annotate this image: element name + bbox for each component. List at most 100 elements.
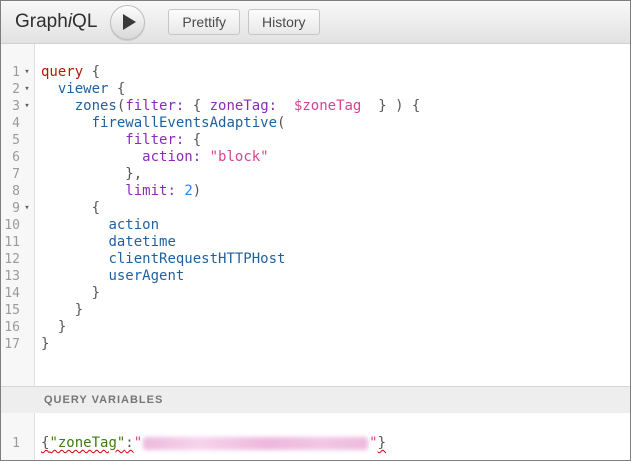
code-token: datetime bbox=[108, 234, 175, 250]
code-text: zones(filter: { zoneTag: $zoneTag } ) { bbox=[34, 98, 420, 115]
code-line[interactable]: 6 action: "block" bbox=[1, 149, 630, 166]
code-text: } bbox=[34, 336, 49, 353]
variables-code-lines: 1{"zoneTag":""} bbox=[1, 413, 630, 452]
line-number: 3 bbox=[1, 98, 20, 115]
code-token: { bbox=[184, 98, 209, 114]
line-number: 8 bbox=[1, 183, 20, 200]
fold-arrow-icon[interactable]: ▾ bbox=[20, 200, 34, 217]
code-token: userAgent bbox=[108, 268, 184, 284]
code-token: action bbox=[108, 217, 159, 233]
code-text: datetime bbox=[34, 234, 176, 251]
code-text: clientRequestHTTPHost bbox=[34, 251, 285, 268]
code-line[interactable]: 13 userAgent bbox=[1, 268, 630, 285]
code-token: }, bbox=[41, 166, 142, 182]
fold-gutter-spacer bbox=[20, 251, 34, 268]
fold-gutter-spacer bbox=[20, 319, 34, 336]
code-line[interactable]: 1{"zoneTag":""} bbox=[1, 435, 630, 452]
code-token: { bbox=[108, 81, 125, 97]
code-text: } bbox=[34, 285, 100, 302]
code-line[interactable]: 11 datetime bbox=[1, 234, 630, 251]
code-line[interactable]: 10 action bbox=[1, 217, 630, 234]
line-number: 6 bbox=[1, 149, 20, 166]
redacted-zone-tag-value bbox=[143, 437, 368, 450]
code-token: ( bbox=[277, 115, 285, 131]
code-text: } bbox=[34, 302, 83, 319]
code-token: filter: bbox=[125, 132, 184, 148]
code-token: { bbox=[184, 132, 201, 148]
code-token: ) bbox=[193, 183, 201, 199]
fold-arrow-icon[interactable]: ▾ bbox=[20, 64, 34, 81]
fold-gutter-spacer bbox=[20, 115, 34, 132]
fold-gutter-spacer bbox=[20, 336, 34, 353]
code-text: action: "block" bbox=[34, 149, 269, 166]
line-number: 13 bbox=[1, 268, 20, 285]
code-line[interactable]: 9▾ { bbox=[1, 200, 630, 217]
code-line[interactable]: 3▾ zones(filter: { zoneTag: $zoneTag } )… bbox=[1, 98, 630, 115]
code-text: action bbox=[34, 217, 159, 234]
code-token: } bbox=[41, 302, 83, 318]
fold-gutter-spacer bbox=[20, 166, 34, 183]
line-number: 7 bbox=[1, 166, 20, 183]
code-line[interactable]: 15 } bbox=[1, 302, 630, 319]
query-variables-title: QUERY VARIABLES bbox=[44, 394, 163, 406]
code-text: query { bbox=[34, 64, 100, 81]
code-token: zones bbox=[75, 98, 117, 114]
prettify-button[interactable]: Prettify bbox=[168, 9, 240, 35]
code-token: } bbox=[378, 435, 386, 451]
code-token: filter: bbox=[125, 98, 184, 114]
play-icon bbox=[123, 14, 136, 30]
code-token: " bbox=[134, 435, 142, 451]
line-number: 2 bbox=[1, 81, 20, 98]
code-token: "zoneTag" bbox=[49, 435, 125, 451]
history-button[interactable]: History bbox=[248, 9, 320, 35]
code-token bbox=[41, 132, 125, 148]
code-token: " bbox=[369, 435, 377, 451]
code-text: { bbox=[34, 200, 100, 217]
code-token bbox=[41, 251, 108, 267]
code-line[interactable]: 4 firewallEventsAdaptive( bbox=[1, 115, 630, 132]
fold-gutter-spacer bbox=[20, 435, 34, 452]
code-token: viewer bbox=[58, 81, 109, 97]
code-line[interactable]: 8 limit: 2) bbox=[1, 183, 630, 200]
app-title: GraphiQL bbox=[15, 11, 97, 33]
code-line[interactable]: 12 clientRequestHTTPHost bbox=[1, 251, 630, 268]
code-token bbox=[41, 98, 75, 114]
code-token bbox=[41, 234, 108, 250]
line-number: 17 bbox=[1, 336, 20, 353]
fold-arrow-icon[interactable]: ▾ bbox=[20, 81, 34, 98]
line-number: 10 bbox=[1, 217, 20, 234]
code-text: firewallEventsAdaptive( bbox=[34, 115, 285, 132]
fold-arrow-icon[interactable]: ▾ bbox=[20, 98, 34, 115]
code-line[interactable]: 7 }, bbox=[1, 166, 630, 183]
code-token bbox=[41, 217, 108, 233]
line-number: 14 bbox=[1, 285, 20, 302]
query-code-lines: 1▾query {2▾ viewer {3▾ zones(filter: { z… bbox=[1, 44, 630, 353]
code-token: } bbox=[41, 319, 66, 335]
code-text: }, bbox=[34, 166, 142, 183]
code-token: 2 bbox=[184, 183, 192, 199]
code-line[interactable]: 16 } bbox=[1, 319, 630, 336]
code-text: } bbox=[34, 319, 66, 336]
app-title-part: Graph bbox=[15, 11, 68, 32]
code-line[interactable]: 14 } bbox=[1, 285, 630, 302]
code-token: } bbox=[41, 336, 49, 352]
query-editor[interactable]: 1▾query {2▾ viewer {3▾ zones(filter: { z… bbox=[1, 44, 630, 386]
code-token: $zoneTag bbox=[294, 98, 361, 114]
execute-query-button[interactable] bbox=[110, 5, 145, 40]
code-token bbox=[41, 115, 92, 131]
code-token: : bbox=[125, 435, 133, 451]
code-line[interactable]: 17} bbox=[1, 336, 630, 353]
code-token: query bbox=[41, 64, 83, 80]
fold-gutter-spacer bbox=[20, 132, 34, 149]
code-line[interactable]: 1▾query { bbox=[1, 64, 630, 81]
variables-editor[interactable]: 1{"zoneTag":""} bbox=[1, 413, 630, 460]
fold-gutter-spacer bbox=[20, 302, 34, 319]
code-token: zoneTag: bbox=[210, 98, 277, 114]
code-line[interactable]: 2▾ viewer { bbox=[1, 81, 630, 98]
code-token: { bbox=[83, 64, 100, 80]
code-text: {"zoneTag":""} bbox=[34, 435, 386, 452]
query-variables-header[interactable]: QUERY VARIABLES bbox=[1, 386, 630, 413]
line-number: 15 bbox=[1, 302, 20, 319]
code-text: viewer { bbox=[34, 81, 125, 98]
code-line[interactable]: 5 filter: { bbox=[1, 132, 630, 149]
